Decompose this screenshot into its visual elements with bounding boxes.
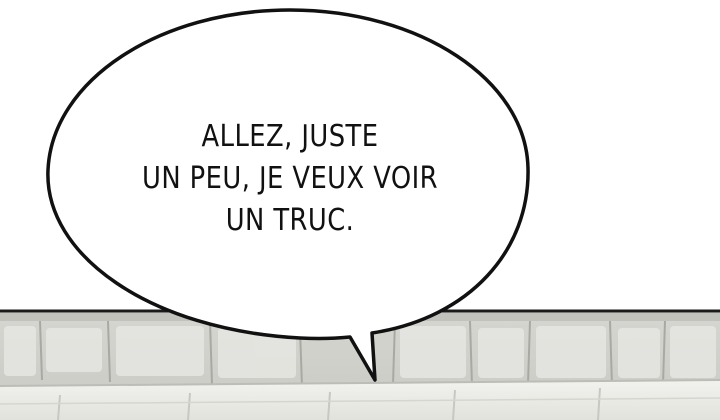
- speech-line: ALLEZ, JUSTE: [201, 119, 379, 154]
- speech-line: UN TRUC.: [225, 203, 355, 238]
- speech-bubble-text: ALLEZ, JUSTE UN PEU, JE VEUX VOIR UN TRU…: [118, 116, 462, 242]
- stone-ledge: [0, 379, 720, 420]
- comic-panel: ALLEZ, JUSTE UN PEU, JE VEUX VOIR UN TRU…: [0, 0, 720, 420]
- speech-line: UN PEU, JE VEUX VOIR: [141, 161, 439, 196]
